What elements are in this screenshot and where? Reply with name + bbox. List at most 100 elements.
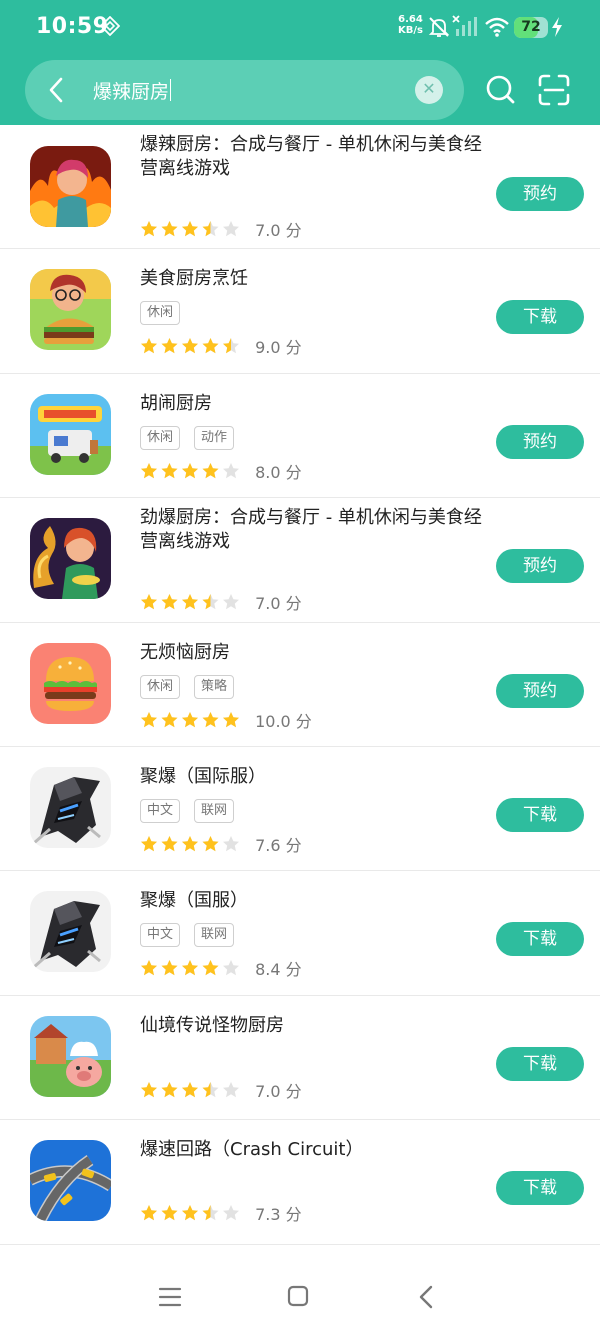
star-icon (223, 1081, 239, 1097)
star-icon (161, 221, 178, 237)
app-name: 美食厨房烹饪 (140, 268, 248, 290)
star-icon (202, 1081, 219, 1097)
rating-score: 8.4 分 (255, 960, 302, 980)
rating-score: 9.0 分 (255, 338, 302, 358)
download-button[interactable]: 下载 (496, 300, 584, 335)
list-item[interactable]: 仙境传说怪物厨房 7.0 分 下载 (0, 996, 600, 1121)
star-icon (182, 338, 198, 354)
rating-score: 7.0 分 (255, 594, 302, 614)
star-icon (223, 338, 239, 354)
scan-icon[interactable] (538, 74, 570, 106)
list-item[interactable]: 胡闹厨房 休闲 动作 8.0 分 预约 (0, 374, 600, 499)
tag: 联网 (194, 798, 235, 823)
star-icon (182, 711, 198, 727)
star-icon (223, 462, 239, 478)
star-icon (141, 221, 157, 237)
net-speed-value: 6.64 (398, 14, 423, 25)
chef-dragon-app-icon (30, 518, 111, 600)
star-icon (161, 960, 178, 976)
star-rating (141, 338, 239, 354)
hamburger-app-icon (30, 642, 111, 724)
tag-list: 中文 联网 (140, 923, 248, 948)
app-name: 无烦恼厨房 (140, 641, 230, 663)
list-item[interactable]: 聚爆（国际服） 中文 联网 7.6 分 下载 (0, 747, 600, 872)
star-icon (223, 1205, 239, 1221)
net-speed: 6.64 KB/s (398, 14, 423, 36)
wifi-icon (485, 17, 509, 37)
star-icon (141, 462, 157, 478)
star-icon (141, 338, 157, 354)
star-icon (202, 835, 219, 852)
download-button[interactable]: 下载 (496, 1046, 584, 1081)
star-icon (141, 711, 157, 727)
moving-out-app-icon (30, 393, 111, 475)
list-item[interactable]: 聚爆（国服） 中文 联网 8.4 分 下载 (0, 871, 600, 996)
rating-score: 7.0 分 (255, 1081, 302, 1101)
battery-level: 72 (521, 19, 541, 35)
star-icon (182, 221, 198, 237)
reserve-button[interactable]: 预约 (496, 549, 584, 584)
chevron-left-icon[interactable] (43, 76, 71, 104)
star-icon (182, 1081, 198, 1097)
star-icon (223, 594, 239, 610)
list-item[interactable]: 爆速回路（Crash Circuit） 7.3 分 下载 (0, 1120, 600, 1245)
rating: 8.0 分 (140, 459, 302, 482)
rating-score: 7.3 分 (255, 1205, 302, 1225)
list-item[interactable]: 爆辣厨房：合成与餐厅 - 单机休闲与美食经营离线游戏 7.0 分 预约 (0, 125, 600, 250)
star-rating (141, 960, 239, 976)
rating-score: 8.0 分 (255, 462, 302, 482)
star-icon (202, 462, 219, 478)
top-header: 10:59 6.64 KB/s 72 爆辣厨房 ✕ (0, 0, 600, 125)
reserve-button[interactable]: 预约 (496, 424, 584, 459)
search-bar[interactable]: 爆辣厨房 ✕ (25, 60, 464, 120)
rating-score: 7.6 分 (255, 835, 302, 855)
search-icon[interactable] (484, 72, 516, 108)
tag: 中文 (140, 798, 181, 823)
download-button[interactable]: 下载 (496, 1171, 584, 1206)
star-icon (161, 1081, 178, 1097)
download-button[interactable]: 下载 (496, 797, 584, 832)
app-name: 劲爆厨房：合成与餐厅 - 单机休闲与美食经营离线游戏 (140, 507, 482, 553)
star-icon (223, 221, 239, 237)
star-icon (161, 711, 178, 727)
star-rating (141, 462, 239, 478)
rating: 7.3 分 (140, 1201, 302, 1225)
tag-list: 休闲 (140, 301, 194, 326)
tag: 动作 (194, 425, 235, 450)
star-icon (141, 594, 157, 610)
mecha-app-icon (30, 766, 111, 848)
signal-icon (452, 15, 477, 36)
rating-score: 7.0 分 (255, 221, 302, 240)
clear-search-button[interactable]: ✕ (415, 76, 443, 104)
star-icon (161, 1205, 178, 1221)
star-icon (223, 960, 239, 976)
rating: 7.6 分 (140, 832, 302, 855)
tag: 休闲 (140, 425, 181, 450)
download-button[interactable]: 下载 (496, 922, 584, 957)
tag: 中文 (140, 923, 181, 948)
home-icon[interactable] (287, 1285, 309, 1307)
app-name: 爆速回路（Crash Circuit） (140, 1139, 364, 1161)
star-icon (141, 960, 157, 976)
star-rating (141, 1205, 239, 1221)
star-rating (141, 711, 239, 727)
rating: 9.0 分 (140, 334, 302, 358)
status-bar: 10:59 6.64 KB/s 72 (0, 0, 600, 56)
search-input[interactable]: 爆辣厨房 (93, 77, 172, 104)
star-icon (161, 462, 178, 478)
battery-icon: 72 (514, 17, 548, 38)
rating: 7.0 分 (140, 1078, 302, 1101)
net-speed-unit: KB/s (398, 25, 423, 36)
star-icon (202, 338, 219, 354)
reserve-button[interactable]: 预约 (496, 177, 584, 211)
star-icon (141, 835, 157, 852)
menu-icon[interactable] (158, 1285, 182, 1309)
back-icon[interactable] (416, 1284, 436, 1310)
list-item[interactable]: 无烦恼厨房 休闲 策略 10.0 分 预约 (0, 623, 600, 747)
star-icon (202, 711, 219, 727)
reserve-button[interactable]: 预约 (496, 673, 584, 708)
list-item[interactable]: 美食厨房烹饪 休闲 9.0 分 下载 (0, 249, 600, 374)
charging-icon (552, 17, 562, 37)
search-results-list: 爆辣厨房：合成与餐厅 - 单机休闲与美食经营离线游戏 7.0 分 预约 美食厨房… (0, 125, 600, 1245)
list-item[interactable]: 劲爆厨房：合成与餐厅 - 单机休闲与美食经营离线游戏 7.0 分 预约 (0, 498, 600, 623)
